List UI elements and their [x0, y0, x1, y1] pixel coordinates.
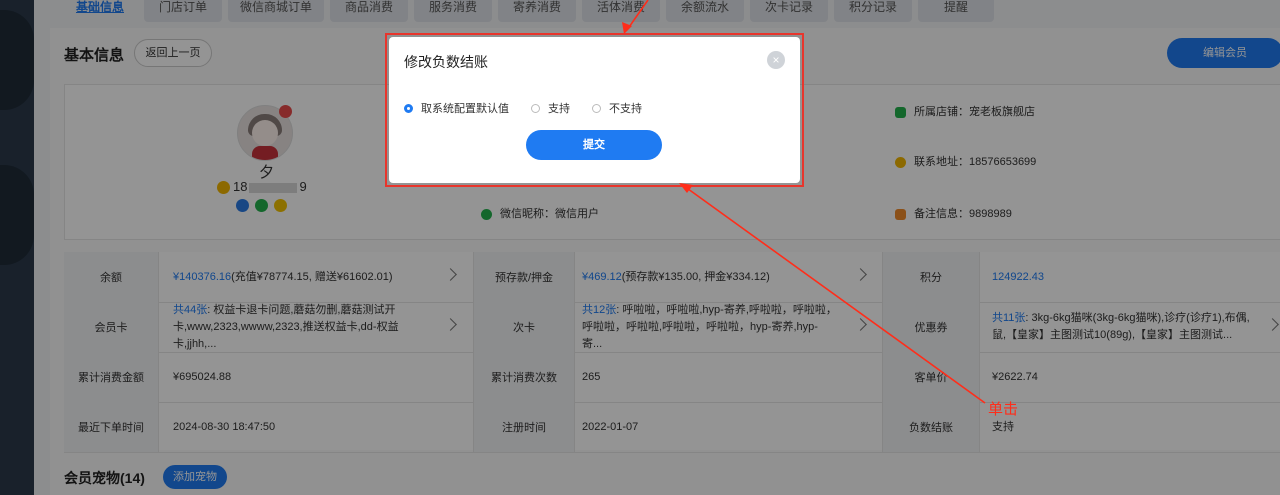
arrow-line-main	[683, 185, 986, 404]
annotation-label: 单击	[988, 401, 1019, 418]
annotation-arrows	[622, 0, 986, 404]
